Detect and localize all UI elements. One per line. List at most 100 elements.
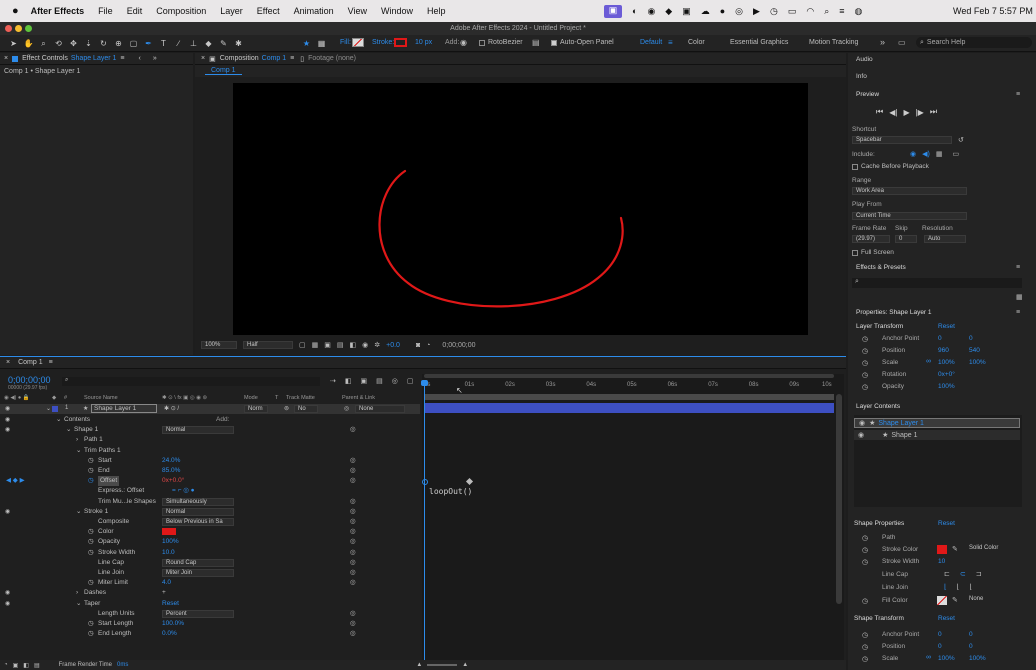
first-frame-icon[interactable]: ⏮ (876, 107, 883, 117)
panel-menu-icon[interactable]: ≡ (120, 55, 124, 62)
stopwatch-icon[interactable]: ◷ (862, 597, 868, 605)
timeline-timecode[interactable]: 0;00;00;00 (8, 375, 51, 385)
reset-shortcut-icon[interactable]: ↺ (958, 136, 964, 144)
guides-icon[interactable]: ▤ (337, 341, 344, 349)
eye-icon[interactable]: ◉ (5, 588, 10, 598)
menu-composition[interactable]: Composition (156, 6, 206, 16)
property-row[interactable]: Trim Mu...le Shapes Simultaneously ◎ (0, 497, 420, 507)
selection-tool-icon[interactable]: ➤ (8, 38, 19, 49)
track-matte-dropdown[interactable]: No (294, 405, 318, 413)
frame-rate-dropdown[interactable]: (29.97) (852, 235, 890, 243)
stopwatch-icon[interactable]: ◷ (88, 456, 94, 466)
star-tool-icon[interactable]: ★ (301, 38, 312, 49)
timeline-search-input[interactable]: ⌕ (62, 377, 320, 386)
projecting-cap-icon[interactable]: ⊐ (976, 570, 982, 578)
zoom-dropdown[interactable]: 100% (201, 341, 237, 349)
layer-transform-reset[interactable]: Reset (938, 323, 955, 330)
properties-header[interactable]: Properties: Shape Layer 1 (856, 309, 932, 316)
eye-icon[interactable]: ◉ (859, 419, 865, 427)
property-row[interactable]: ◉ ⌄ Contents Add: (0, 415, 420, 425)
property-row[interactable]: ◀ ◆ ▶ ◷ Offset 0x+0.0° ◎ (0, 476, 420, 487)
menu-help[interactable]: Help (427, 6, 446, 16)
property-value[interactable]: 0x+0.0° (162, 476, 184, 486)
workspace-motion-tracking[interactable]: Motion Tracking (809, 39, 858, 46)
property-row[interactable]: ◷ Miter Limit 4.0 ◎ (0, 578, 420, 588)
pan-tool-icon[interactable]: ✥ (68, 38, 79, 49)
stopwatch-icon[interactable]: ◷ (88, 619, 94, 629)
pick-whip-icon[interactable]: ◎ (350, 619, 356, 629)
stroke-color-swatch[interactable] (937, 545, 947, 554)
menu-effect[interactable]: Effect (257, 6, 280, 16)
battery-icon[interactable]: ▭ (788, 6, 797, 17)
property-value[interactable]: 4.0 (162, 578, 171, 588)
property-value[interactable]: 24.0% (162, 456, 180, 466)
effects-presets-header[interactable]: Effects & Presets (856, 264, 906, 271)
current-time-indicator[interactable] (424, 380, 425, 664)
last-frame-icon[interactable]: ⏭ (930, 107, 937, 117)
pick-whip-icon[interactable]: ◎ (350, 558, 356, 568)
modes-toggle-icon[interactable]: ◧ (23, 662, 29, 669)
apple-icon[interactable]: ● (12, 5, 19, 17)
orbit-tool-icon[interactable]: ⟲ (53, 38, 64, 49)
control-center-icon[interactable]: ≡ (839, 6, 844, 16)
expand-chevron-icon[interactable]: ⌄ (56, 415, 61, 425)
pick-whip-icon[interactable]: ◎ (350, 537, 356, 547)
show-snapshot-icon[interactable]: ◔ (426, 342, 430, 349)
minimize-button[interactable] (15, 25, 22, 32)
composition-tab-name[interactable]: Comp 1 (262, 55, 287, 62)
parent-dropdown[interactable]: None (355, 405, 405, 413)
property-value[interactable]: 100% (162, 537, 179, 547)
include-audio-icon[interactable]: ◀) (922, 150, 930, 158)
property-dropdown[interactable]: Percent (162, 609, 234, 618)
timeline-vertical-scrollbar[interactable] (836, 394, 842, 604)
close-tab-icon[interactable]: × (4, 55, 8, 62)
property-row[interactable]: ◉ › Dashes + (0, 588, 420, 598)
stopwatch-icon[interactable]: ◷ (88, 578, 94, 588)
property-row[interactable]: ◷ Color ◎ (0, 527, 420, 537)
workspace-more-icon[interactable]: » (880, 37, 885, 47)
shy-layers-icon[interactable]: ▣ (361, 377, 368, 385)
camera-icon[interactable]: ▣ (682, 6, 691, 17)
property-row[interactable]: Express.: Offset = ⌐ ◎ ● (0, 486, 420, 496)
include-overlays-icon[interactable]: ▦ (936, 150, 943, 158)
roto-brush-icon[interactable]: ✎ (218, 38, 229, 49)
property-row[interactable]: › Path 1 (0, 435, 420, 445)
layer-duration-bar[interactable] (424, 403, 834, 413)
fill-mode[interactable]: None (966, 596, 1018, 604)
property-row[interactable]: ◉ ⌄ Stroke 1 Normal ◎ (0, 507, 420, 517)
stopwatch-icon[interactable]: ◷ (88, 476, 94, 486)
anchor-point-y[interactable]: 0 (969, 335, 973, 342)
menu-edit[interactable]: Edit (127, 6, 143, 16)
property-row[interactable]: Composite Below Previous in Sa ◎ (0, 517, 420, 527)
stopwatch-icon[interactable]: ◷ (862, 335, 868, 343)
preview-panel-header[interactable]: Preview (856, 91, 879, 98)
property-dropdown[interactable]: Miter Join (162, 569, 234, 577)
expression-controls-icon[interactable]: = ⌐ ◎ ● (172, 486, 195, 496)
rectangle-tool-icon[interactable]: ▢ (128, 38, 139, 49)
rotobezier-checkbox[interactable] (479, 39, 485, 46)
expand-chevron-icon[interactable]: › (76, 435, 78, 445)
pick-whip-icon[interactable]: ◎ (350, 476, 356, 486)
hand-tool-icon[interactable]: ✋ (23, 38, 34, 49)
panel-menu-icon[interactable]: ≡ (290, 55, 294, 62)
eyedropper-icon[interactable]: ✎ (952, 545, 958, 553)
prev-frame-icon[interactable]: ◀| (889, 108, 897, 117)
shape-position-y[interactable]: 0 (969, 643, 973, 650)
shape-properties-reset[interactable]: Reset (938, 520, 955, 527)
search-icon[interactable]: ⌕ (824, 6, 829, 17)
shortcut-dropdown[interactable]: Spacebar (852, 136, 952, 144)
shape-anchor-y[interactable]: 0 (969, 631, 973, 638)
property-row[interactable]: ◉ ⌄ Taper Reset (0, 599, 420, 609)
frame-blending-icon[interactable]: ▤ (376, 377, 383, 385)
workspace-default[interactable]: Default (640, 39, 662, 46)
panel-prev-icon[interactable]: ‹ (139, 55, 141, 62)
expression-text[interactable]: loopOut() (429, 487, 472, 496)
shape-transform-reset[interactable]: Reset (938, 615, 955, 622)
panel-layout-icon[interactable]: ▭ (898, 38, 906, 47)
channel-icon[interactable]: ◧ (350, 341, 357, 349)
expand-chevron-icon[interactable]: ⌄ (46, 405, 51, 412)
close-tab-icon[interactable]: × (201, 55, 205, 62)
snapshot-icon[interactable]: ◙ (416, 342, 420, 349)
graph-editor-icon[interactable]: ▢ (407, 377, 414, 385)
menu-app[interactable]: After Effects (31, 6, 85, 16)
